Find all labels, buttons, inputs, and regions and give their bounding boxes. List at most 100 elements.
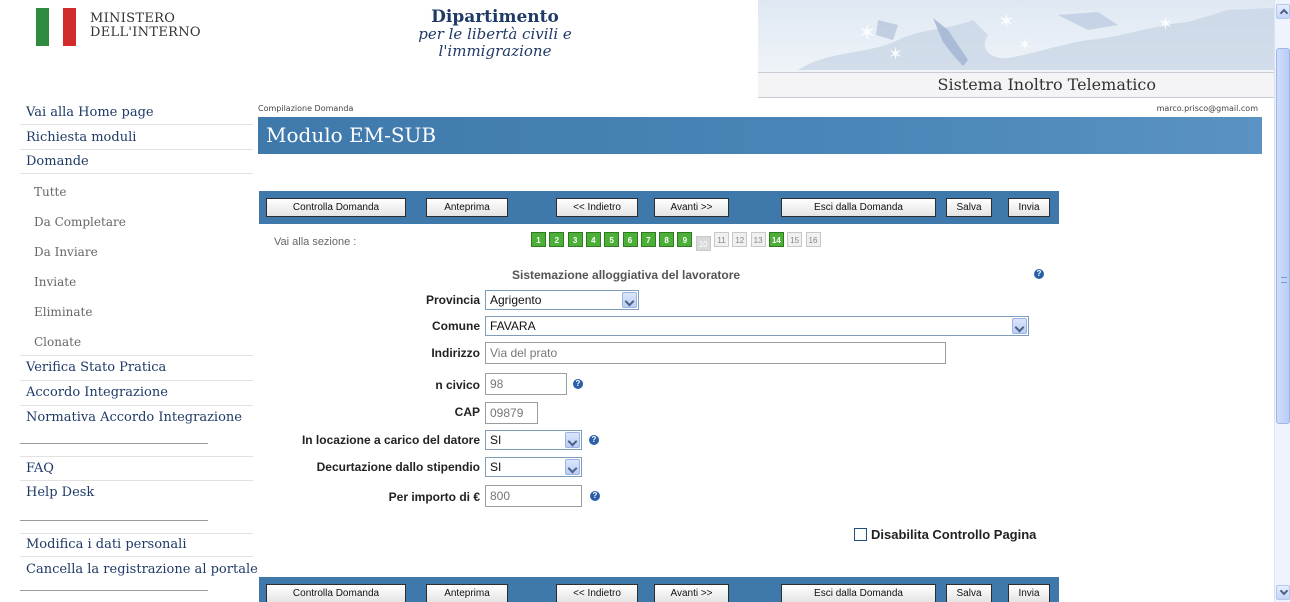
controlla-domanda-button[interactable]: Controlla Domanda	[266, 198, 406, 217]
section-step-11[interactable]: 11	[714, 232, 729, 247]
nav-home-link[interactable]: Vai alla Home page	[26, 105, 154, 120]
section-step-16[interactable]: 16	[805, 232, 821, 247]
indietro-button[interactable]: << Indietro	[556, 584, 638, 602]
nav-help-desk[interactable]: Help Desk	[26, 485, 94, 500]
decurtazione-value: SI	[490, 460, 502, 474]
disable-check-checkbox[interactable]	[854, 528, 867, 541]
salva-button[interactable]: Salva	[946, 584, 992, 602]
svg-text:✶: ✶	[1158, 14, 1173, 35]
provincia-select[interactable]: Agrigento	[485, 290, 639, 310]
avanti-button[interactable]: Avanti >>	[654, 584, 729, 602]
section-step-3[interactable]: 3	[567, 232, 583, 247]
section-step-14[interactable]: 14	[768, 232, 784, 247]
nav-divider	[20, 380, 253, 381]
system-title: Sistema Inoltro Telematico	[937, 75, 1157, 94]
indirizzo-label: Indirizzo	[431, 346, 480, 360]
nav-separator	[20, 590, 208, 591]
section-step-12[interactable]: 12	[732, 232, 748, 247]
nav-divider	[20, 480, 253, 481]
dept-line-1: Dipartimento	[431, 7, 559, 27]
page-title: Modulo EM-SUB	[266, 123, 437, 147]
importo-input[interactable]: 800	[485, 485, 582, 507]
civico-input[interactable]: 98	[485, 373, 567, 395]
esci-domanda-button[interactable]: Esci dalla Domanda	[781, 198, 936, 217]
locazione-label: In locazione a carico del datore	[301, 433, 480, 447]
svg-text:✶: ✶	[858, 21, 876, 46]
nav-sub-clonate[interactable]: Clonate	[34, 335, 81, 349]
section-step-7[interactable]: 7	[640, 232, 656, 247]
nav-cancella-registrazione[interactable]: Cancella la registrazione al portale	[26, 562, 258, 577]
nav-divider	[20, 124, 253, 125]
italian-flag-logo	[36, 8, 76, 46]
esci-domanda-button[interactable]: Esci dalla Domanda	[781, 584, 936, 602]
cap-label: CAP	[454, 405, 480, 419]
importo-label: Per importo di €	[388, 490, 480, 504]
section-step-13[interactable]: 13	[750, 232, 766, 247]
grip-icon	[1281, 277, 1287, 283]
nav-sub-da-completare[interactable]: Da Completare	[34, 215, 126, 229]
locazione-select[interactable]: SI	[485, 430, 582, 450]
nav-divider	[20, 405, 253, 406]
indietro-button[interactable]: << Indietro	[556, 198, 638, 217]
anteprima-button[interactable]: Anteprima	[426, 584, 508, 602]
locazione-value: SI	[490, 433, 502, 447]
nav-divider	[20, 533, 253, 534]
section-step-15[interactable]: 15	[787, 232, 803, 247]
indirizzo-input[interactable]: Via del prato	[485, 342, 946, 364]
controlla-domanda-button[interactable]: Controlla Domanda	[266, 584, 406, 602]
nav-separator	[20, 520, 208, 521]
comune-select[interactable]: FAVARA	[485, 316, 1029, 336]
help-icon[interactable]: ?	[573, 379, 583, 389]
nav-verifica-stato[interactable]: Verifica Stato Pratica	[26, 360, 166, 375]
scrollbar-thumb[interactable]	[1276, 48, 1290, 424]
section-step-9[interactable]: 9	[677, 232, 693, 247]
scroll-up-icon[interactable]	[1276, 4, 1290, 19]
nav-faq[interactable]: FAQ	[26, 461, 54, 476]
nav-sub-inviate[interactable]: Inviate	[34, 275, 76, 289]
ministry-name: MINISTERO DELL'INTERNO	[90, 12, 201, 40]
scroll-down-icon[interactable]	[1276, 585, 1290, 600]
nav-richiesta-moduli[interactable]: Richiesta moduli	[26, 130, 136, 145]
comune-value: FAVARA	[490, 319, 536, 333]
invia-button[interactable]: Invia	[1008, 198, 1050, 217]
chevron-down-icon	[565, 459, 580, 475]
help-icon[interactable]: ?	[590, 491, 600, 501]
nav-accordo-integrazione[interactable]: Accordo Integrazione	[26, 385, 168, 400]
section-step-10[interactable]: 10	[695, 236, 711, 251]
nav-sub-eliminate[interactable]: Eliminate	[34, 305, 92, 319]
svg-text:✶: ✶	[888, 44, 903, 65]
nav-domande[interactable]: Domande	[26, 154, 89, 169]
svg-text:✶: ✶	[1018, 35, 1031, 54]
cap-input[interactable]: 09879	[485, 402, 538, 424]
ministry-line-2: DELL'INTERNO	[90, 25, 201, 40]
disable-check-label: Disabilita Controllo Pagina	[871, 527, 1037, 542]
chevron-down-icon	[565, 432, 580, 448]
help-icon[interactable]: ?	[1034, 269, 1044, 279]
section-step-8[interactable]: 8	[659, 232, 675, 247]
nav-divider	[20, 355, 253, 356]
section-step-1[interactable]: 1	[531, 232, 546, 247]
section-step-4[interactable]: 4	[585, 232, 601, 247]
avanti-button[interactable]: Avanti >>	[654, 198, 729, 217]
section-step-5[interactable]: 5	[604, 232, 620, 247]
site-header: MINISTERO DELL'INTERNO Dipartimento per …	[0, 0, 1274, 100]
nav-modifica-dati[interactable]: Modifica i dati personali	[26, 537, 187, 552]
help-icon[interactable]: ?	[589, 435, 599, 445]
decurtazione-select[interactable]: SI	[485, 457, 582, 477]
section-step-2[interactable]: 2	[549, 232, 565, 247]
nav-separator	[20, 443, 208, 444]
nav-sub-tutte[interactable]: Tutte	[34, 185, 66, 199]
anteprima-button[interactable]: Anteprima	[426, 198, 508, 217]
svg-text:✶: ✶	[998, 9, 1015, 33]
nav-divider	[20, 149, 253, 150]
nav-normativa-accordo[interactable]: Normativa Accordo Integrazione	[26, 410, 242, 425]
bottom-toolbar: Controlla Domanda Anteprima << Indietro …	[259, 577, 1059, 602]
salva-button[interactable]: Salva	[946, 198, 992, 217]
nav-sub-da-inviare[interactable]: Da Inviare	[34, 245, 98, 259]
nav-divider	[20, 173, 253, 174]
breadcrumb: Compilazione Domanda	[258, 104, 354, 113]
invia-button[interactable]: Invia	[1008, 584, 1050, 602]
section-step-6[interactable]: 6	[622, 232, 638, 247]
vertical-scrollbar[interactable]	[1274, 0, 1290, 602]
decurtazione-label: Decurtazione dallo stipendio	[316, 460, 480, 474]
